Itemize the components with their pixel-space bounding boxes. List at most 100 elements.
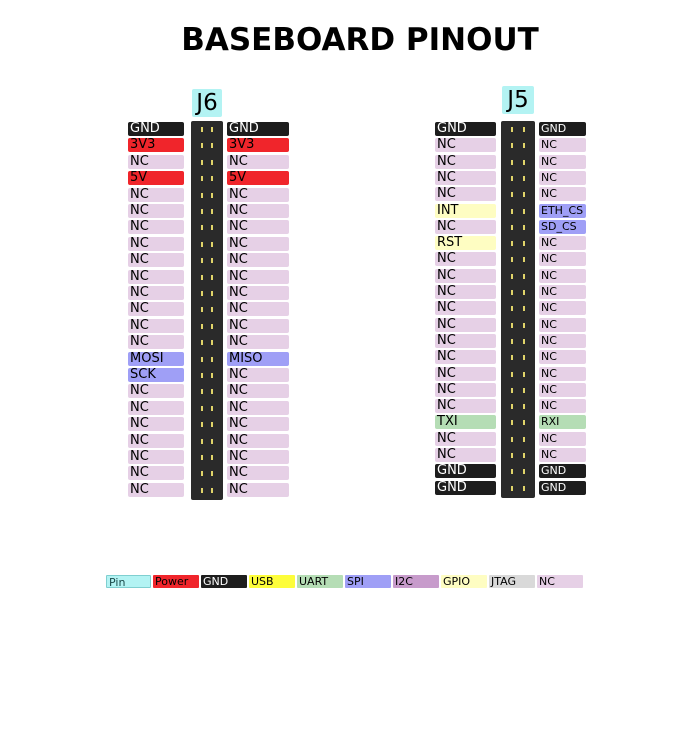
pin-label: 3V3 [128, 138, 184, 153]
pin-dot [511, 355, 513, 361]
pin-label: NC [128, 433, 184, 448]
pin-dot [511, 322, 513, 328]
pin-dot [201, 373, 203, 378]
pin-dot [211, 192, 213, 198]
pin-label: NC [435, 448, 496, 462]
pin-label: NC [435, 333, 496, 348]
pin-label: INT [435, 203, 496, 218]
pin-label: ETH_CS [539, 203, 586, 218]
pin-dot [201, 274, 203, 280]
pin-dot [523, 208, 525, 214]
legend-item-nc: NC [537, 575, 583, 588]
pin-dot [201, 192, 203, 198]
pin-label: NC [128, 286, 184, 300]
pin-label: NC [227, 384, 289, 399]
pin-dot [201, 455, 203, 460]
pin-label: GND [435, 464, 496, 479]
pin-label: NC [128, 302, 184, 317]
pin-dot [201, 176, 203, 182]
pin-dot [201, 405, 203, 411]
pin-pair [191, 466, 223, 482]
pin-label: NC [227, 154, 289, 169]
pin-label: NC [227, 417, 289, 432]
pin-label: NC [227, 220, 289, 235]
pin-dot [211, 422, 213, 428]
pin-pair [501, 138, 535, 154]
pin-label: NC [128, 236, 184, 251]
pin-label: GND [435, 480, 496, 495]
pin-dot [201, 127, 203, 132]
pin-pair [501, 252, 535, 268]
pin-label: NC [128, 400, 184, 415]
pin-label: NC [539, 268, 586, 283]
pin-label: NC [539, 301, 586, 316]
pin-label: NC [539, 154, 586, 169]
pin-label: NC [227, 269, 289, 284]
pin-label: NC [435, 219, 496, 234]
pin-dot [511, 241, 513, 247]
pin-dot [511, 257, 513, 263]
pin-pair [191, 188, 223, 204]
pin-dot [523, 322, 525, 328]
pin-label: NC [539, 350, 586, 365]
pin-label: NC [539, 317, 586, 332]
pin-dot [511, 127, 513, 132]
pin-dot [523, 143, 525, 149]
pin-dot [523, 355, 525, 361]
legend-item-gpio: GPIO [441, 575, 487, 588]
pin-dot [211, 209, 213, 214]
pin-label: 5V [128, 171, 184, 186]
pin-dot [201, 291, 203, 296]
pin-dot [201, 340, 203, 346]
pin-pair [191, 450, 223, 466]
pin-pair [501, 220, 535, 236]
pin-dot [523, 273, 525, 279]
pin-pair [191, 335, 223, 351]
pin-pair [191, 253, 223, 269]
pin-label: NC [227, 253, 289, 268]
pin-label: NC [435, 285, 496, 299]
pin-dot [523, 159, 525, 165]
pin-dot [201, 307, 203, 313]
pin-label: NC [539, 448, 586, 462]
pin-dot [211, 438, 213, 444]
pin-dot [211, 307, 213, 313]
pin-label: GND [227, 122, 289, 136]
pin-label: NC [435, 317, 496, 332]
pin-pair [501, 285, 535, 301]
pin-pair [501, 122, 535, 138]
pin-label: NC [539, 187, 586, 202]
pin-label: NC [435, 350, 496, 365]
pin-dot [211, 471, 213, 477]
pin-label: NC [128, 384, 184, 399]
pin-label: NC [539, 285, 586, 299]
pin-pair [501, 432, 535, 448]
pin-pair [191, 138, 223, 154]
pin-pair [191, 270, 223, 286]
pin-label: NC [539, 399, 586, 414]
pin-label: NC [539, 366, 586, 381]
pin-dot [523, 192, 525, 198]
pin-pair [501, 318, 535, 334]
pin-dot [211, 405, 213, 411]
pin-pair [191, 401, 223, 417]
pin-dot [211, 274, 213, 280]
pin-label: NC [539, 138, 586, 153]
pin-dot [523, 404, 525, 410]
pin-dot [523, 290, 525, 295]
pin-dot [201, 258, 203, 264]
pin-label: NC [128, 269, 184, 284]
pin-label: NC [227, 400, 289, 415]
pin-dot [523, 453, 525, 458]
pin-label: NC [435, 187, 496, 202]
pin-label: NC [227, 466, 289, 481]
pin-pair [501, 350, 535, 366]
pin-pair [501, 236, 535, 252]
pin-pair [501, 415, 535, 431]
pin-label: NC [128, 204, 184, 218]
pin-label: NC [227, 335, 289, 350]
pin-label: 5V [227, 171, 289, 186]
pin-pair [501, 367, 535, 383]
pin-pair [501, 269, 535, 285]
legend-item-gnd: GND [201, 575, 247, 588]
